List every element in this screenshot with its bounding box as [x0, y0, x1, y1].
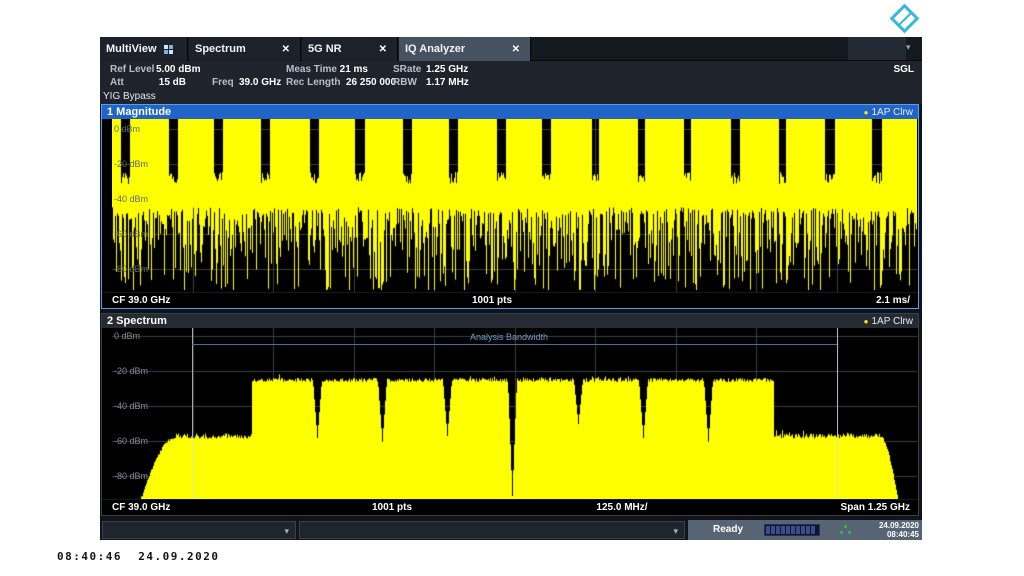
trace-color-dot-icon: ● — [864, 108, 869, 117]
time-per-division-readout[interactable]: 2.1 ms/ — [876, 295, 910, 306]
window-2-footer: CF 39.0 GHz 1001 pts 125.0 MHz/ Span 1.2… — [102, 499, 918, 514]
tab-bar: MultiView Spectrum ✕ 5G NR ✕ IQ Analyzer… — [100, 37, 922, 61]
tab-strip-end — [848, 37, 906, 60]
analysis-bw-left-marker — [192, 328, 193, 499]
tab-multiview-label: MultiView — [106, 43, 157, 55]
magnitude-plot-area: 0 dBm -20 dBm -40 dBm -60 dBm -80 dBm — [102, 119, 918, 292]
tab-iq-analyzer-label: IQ Analyzer — [405, 43, 465, 55]
window-1-footer: CF 39.0 GHz 1001 pts 2.1 ms/ — [102, 292, 918, 307]
y-tick: -80 dBm — [114, 471, 148, 481]
srate-value[interactable]: 1.25 GHz — [426, 64, 468, 75]
yig-bypass-indicator: YIG Bypass — [103, 91, 156, 102]
status-right-panel: Ready 24.09.2020 08:40:45 — [688, 520, 922, 540]
tab-spectrum[interactable]: Spectrum ✕ — [189, 37, 301, 61]
meas-time-value[interactable]: 21 ms — [326, 64, 368, 75]
tab-spectrum-label: Spectrum — [195, 43, 246, 55]
window-1-magnitude: 1 Magnitude ● 1AP Clrw 0 dBm -20 dBm -40… — [101, 104, 919, 309]
tab-5g-nr-label: 5G NR — [308, 43, 342, 55]
spectrum-plot-area: Analysis Bandwidth 0 dBm -20 dBm -40 dBm… — [102, 328, 918, 499]
close-icon[interactable]: ✕ — [375, 42, 391, 57]
status-date: 24.09.2020 — [879, 521, 919, 530]
status-bar: ▾ ▾ Ready 24.09.2020 08:40:45 — [100, 520, 922, 540]
window-1-header[interactable]: 1 Magnitude ● 1AP Clrw — [102, 105, 918, 119]
window-2-header[interactable]: 2 Spectrum ● 1AP Clrw — [102, 314, 918, 328]
tab-iq-analyzer[interactable]: IQ Analyzer ✕ — [399, 37, 531, 61]
close-icon[interactable]: ✕ — [278, 42, 294, 57]
rec-length-label: Rec Length — [286, 77, 340, 88]
dropdown-arrow-icon: ▾ — [673, 526, 678, 537]
tab-multiview[interactable]: MultiView — [100, 37, 188, 61]
status-datetime: 24.09.2020 08:40:45 — [879, 521, 919, 539]
ready-status: Ready — [713, 524, 743, 535]
y-tick: 0 dBm — [114, 124, 140, 134]
y-tick: -80 dBm — [114, 264, 148, 274]
spectrum-trace-canvas[interactable] — [112, 328, 917, 499]
status-dropdown-left[interactable]: ▾ — [102, 521, 296, 539]
trace-mode-label: 1AP Clrw — [872, 107, 914, 118]
ref-level-value[interactable]: 5.00 dBm — [156, 64, 200, 75]
y-tick: -20 dBm — [114, 159, 148, 169]
close-icon[interactable]: ✕ — [508, 42, 524, 57]
sweep-points-readout: 1001 pts — [362, 502, 422, 513]
trace-legend[interactable]: ● 1AP Clrw — [864, 107, 913, 118]
rbw-value[interactable]: 1.17 MHz — [426, 77, 469, 88]
page-timestamp: 08:40:46 24.09.2020 — [57, 550, 219, 563]
span-readout[interactable]: Span 1.25 GHz — [841, 502, 910, 513]
analysis-bw-label: Analysis Bandwidth — [470, 332, 548, 342]
att-value[interactable]: 15 dB — [153, 77, 186, 88]
status-dropdown-message[interactable]: ▾ — [299, 521, 685, 539]
center-frequency-readout[interactable]: CF 39.0 GHz — [112, 295, 170, 306]
freq-label: Freq — [212, 77, 234, 88]
srate-label: SRate — [393, 64, 421, 75]
sweep-points-readout: 1001 pts — [462, 295, 522, 306]
multiview-grid-icon — [164, 45, 173, 54]
att-label: Att — [110, 77, 124, 88]
y-tick: -60 dBm — [114, 436, 148, 446]
sgl-indicator: SGL — [893, 64, 914, 75]
window-2-title: 2 Spectrum — [107, 314, 167, 328]
status-time: 08:40:45 — [879, 530, 919, 539]
trace-color-dot-icon: ● — [864, 317, 869, 326]
y-tick: -60 dBm — [114, 229, 148, 239]
rec-length-value[interactable]: 26 250 000 — [346, 77, 396, 88]
trace-mode-label: 1AP Clrw — [872, 316, 914, 327]
measurement-progress-bar — [764, 524, 820, 536]
freq-value[interactable]: 39.0 GHz — [239, 77, 281, 88]
center-frequency-readout[interactable]: CF 39.0 GHz — [112, 502, 170, 513]
channel-settings-bar: Ref Level 5.00 dBm Meas Time 21 ms SRate… — [100, 61, 922, 104]
analysis-bw-right-marker — [837, 328, 838, 499]
tab-5g-nr[interactable]: 5G NR ✕ — [302, 37, 398, 61]
y-tick: 0 dBm — [114, 331, 140, 341]
tab-overflow-dropdown-icon[interactable]: ▾ — [906, 42, 911, 53]
ref-level-label: Ref Level — [110, 64, 154, 75]
rs-logo — [888, 2, 922, 36]
window-1-title: 1 Magnitude — [107, 105, 171, 119]
rbw-label: RBW — [393, 77, 417, 88]
freq-per-division-readout[interactable]: 125.0 MHz/ — [582, 502, 662, 513]
dropdown-arrow-icon: ▾ — [284, 526, 289, 537]
analyzer-screen: MultiView Spectrum ✕ 5G NR ✕ IQ Analyzer… — [100, 37, 922, 540]
y-tick: -40 dBm — [114, 401, 148, 411]
y-tick: -20 dBm — [114, 366, 148, 376]
trace-legend[interactable]: ● 1AP Clrw — [864, 316, 913, 327]
magnitude-trace-canvas[interactable] — [112, 119, 917, 292]
window-2-spectrum: 2 Spectrum ● 1AP Clrw Analysis Bandwidth… — [101, 313, 919, 516]
y-tick: -40 dBm — [114, 194, 148, 204]
network-status-icon — [840, 525, 851, 535]
analysis-bw-line — [192, 344, 837, 345]
